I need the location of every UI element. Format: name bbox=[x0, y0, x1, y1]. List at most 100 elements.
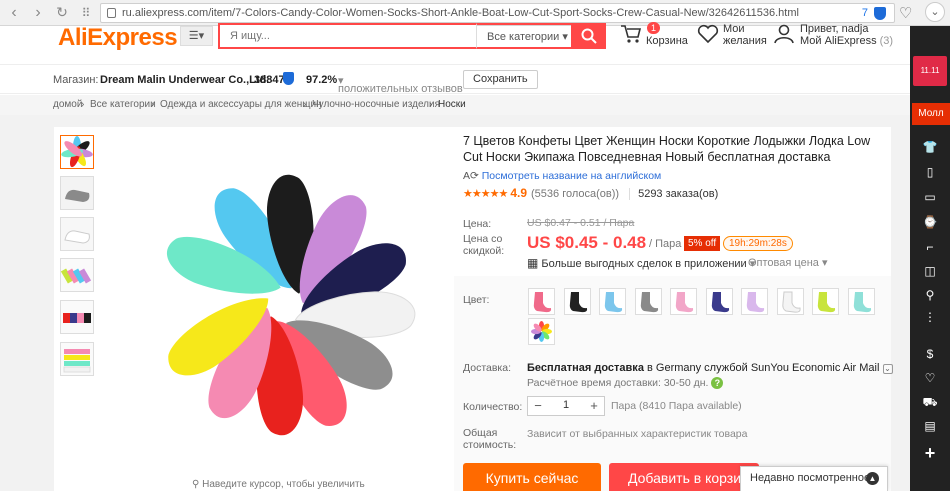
computer-icon[interactable]: ▭ bbox=[910, 188, 950, 206]
chevron-down-icon[interactable]: ⌄ bbox=[925, 2, 945, 22]
search-category-select[interactable]: Все категории ▾ bbox=[476, 23, 572, 49]
thumbnail-image bbox=[61, 136, 93, 168]
reload-icon[interactable]: ↻ bbox=[52, 3, 72, 23]
watch-icon[interactable]: ⌚ bbox=[910, 213, 950, 231]
breadcrumb-separator: › bbox=[151, 99, 155, 110]
heart-icon[interactable]: ♡ bbox=[899, 4, 912, 22]
wholesale-price-dropdown[interactable]: Оптовая цена ▾ bbox=[748, 256, 827, 269]
aliexpress-logo[interactable]: AliExpress bbox=[58, 24, 178, 52]
add-to-cart-button[interactable]: Добавить в корзину bbox=[609, 463, 759, 491]
account-link[interactable]: Привет, nadja Мой AliExpress (3) bbox=[773, 23, 893, 47]
apps-grid-icon[interactable]: ⠿ bbox=[76, 3, 96, 23]
qr-code-icon: ▦ bbox=[527, 256, 539, 270]
main-product-image[interactable] bbox=[100, 130, 450, 475]
location-pin-icon[interactable]: ⚲ bbox=[910, 286, 950, 304]
phone-icon[interactable]: ▯ bbox=[910, 163, 950, 181]
discount-price: US $0.45 - 0.48 bbox=[527, 233, 647, 252]
mall-promo-badge[interactable]: 11.11 bbox=[913, 56, 947, 86]
clothing-icon[interactable]: 👕 bbox=[910, 138, 950, 156]
user-icon bbox=[774, 24, 794, 44]
thumbnail-image bbox=[61, 259, 93, 291]
thumbnail-3[interactable] bbox=[60, 217, 94, 251]
recently-viewed-panel[interactable]: Недавно посмотренное ▲ bbox=[740, 466, 888, 491]
store-label: Магазин: bbox=[53, 74, 99, 86]
votes-count[interactable]: (5536 голоса(ов)) bbox=[531, 188, 619, 200]
price-label: Цена: bbox=[463, 218, 492, 230]
categories-menu-button[interactable]: ☰▾ bbox=[180, 26, 213, 46]
back-icon[interactable]: ‹ bbox=[4, 3, 24, 23]
coupon-icon[interactable]: $ bbox=[910, 345, 950, 363]
forward-icon[interactable]: › bbox=[28, 3, 48, 23]
thumbnail-2[interactable] bbox=[60, 176, 94, 210]
breadcrumb-item-home[interactable]: домой bbox=[53, 99, 82, 110]
shoe-icon[interactable]: ⌐ bbox=[910, 238, 950, 256]
bag-icon[interactable]: ◫ bbox=[910, 262, 950, 280]
app-deals-dropdown[interactable]: ▦ Больше выгодных сделок в приложении ▾ bbox=[527, 256, 755, 270]
breadcrumb-separator: › bbox=[81, 99, 85, 110]
quantity-available: Пара (8410 Пара available) bbox=[611, 400, 742, 412]
chevron-up-icon[interactable]: ▲ bbox=[866, 472, 879, 485]
sock-icon bbox=[853, 292, 871, 313]
cart-icon[interactable]: ⛟ bbox=[910, 393, 950, 411]
store-name[interactable]: Dream Malin Underwear Co.,Ltd. bbox=[100, 74, 269, 86]
color-swatch[interactable] bbox=[847, 288, 875, 315]
translate-link[interactable]: A⟳ Посмотреть название на английском bbox=[463, 170, 661, 182]
chevron-down-icon[interactable]: ⌄ bbox=[882, 364, 893, 374]
breadcrumb-item-women-clothing[interactable]: Одежда и аксессуары для женщин bbox=[160, 99, 322, 110]
color-swatch[interactable] bbox=[670, 288, 697, 315]
color-swatch[interactable] bbox=[812, 288, 839, 315]
color-swatch[interactable] bbox=[528, 288, 555, 315]
shipping-service-text: в Germany службой SunYou Economic Air Ma… bbox=[643, 362, 880, 374]
color-swatch[interactable] bbox=[705, 288, 733, 315]
color-swatch[interactable] bbox=[599, 288, 626, 315]
extension-badge-count: 7 bbox=[861, 7, 868, 19]
plus-icon[interactable]: + bbox=[910, 444, 950, 462]
color-label: Цвет: bbox=[463, 294, 490, 306]
discount-price-label-line1: Цена со bbox=[463, 233, 503, 245]
search-input[interactable] bbox=[218, 23, 476, 49]
mall-link[interactable]: Молл bbox=[912, 103, 950, 125]
thumbnail-6[interactable] bbox=[60, 342, 94, 376]
delivery-time: Расчётное время доставки: 30-50 дн. ? bbox=[527, 377, 724, 389]
quantity-increase-button[interactable]: + bbox=[584, 397, 604, 415]
cart-link[interactable]: 1 Корзина bbox=[620, 22, 688, 47]
color-swatch-multicolor[interactable] bbox=[528, 318, 555, 345]
search-button[interactable] bbox=[571, 23, 606, 49]
heart-icon[interactable]: ♡ bbox=[910, 369, 950, 387]
wishlist-label-line2: желания bbox=[723, 35, 767, 47]
thumbnail-1[interactable] bbox=[60, 135, 94, 169]
countdown-timer: 19h:29m:28s bbox=[723, 236, 793, 251]
store-score: 38847 bbox=[254, 74, 285, 86]
color-swatch[interactable] bbox=[776, 288, 804, 315]
shipping-method[interactable]: Бесплатная доставка в Germany службой Su… bbox=[527, 362, 893, 374]
quantity-value[interactable]: 1 bbox=[548, 399, 584, 411]
help-icon[interactable]: ? bbox=[711, 377, 724, 389]
url-text: ru.aliexpress.com/item/7-Colors-Candy-Co… bbox=[122, 7, 799, 19]
save-store-button[interactable]: Сохранить bbox=[463, 70, 538, 89]
shield-extension-icon[interactable] bbox=[874, 7, 886, 20]
breadcrumb-item-hosiery[interactable]: Чулочно-носочные изделия bbox=[312, 99, 440, 110]
color-swatch[interactable] bbox=[563, 288, 591, 315]
quantity-decrease-button[interactable]: − bbox=[528, 397, 548, 415]
address-bar[interactable]: ru.aliexpress.com/item/7-Colors-Candy-Co… bbox=[100, 3, 895, 23]
color-swatch[interactable] bbox=[634, 288, 662, 315]
quantity-label: Количество: bbox=[463, 401, 523, 413]
thumbnail-4[interactable] bbox=[60, 258, 94, 292]
orders-icon[interactable]: ▤ bbox=[910, 417, 950, 435]
buy-now-button[interactable]: Купить сейчас bbox=[463, 463, 601, 491]
zoom-hint-text: Наведите курсор, чтобы увеличить bbox=[202, 479, 365, 490]
page-info-icon[interactable] bbox=[107, 8, 116, 18]
color-swatch[interactable] bbox=[741, 288, 768, 315]
wishlist-link[interactable]: Мои желания bbox=[697, 23, 767, 47]
sock-icon bbox=[746, 292, 765, 313]
store-positive-label[interactable]: положительных отзывов ▾ bbox=[338, 74, 463, 95]
my-aliexpress-text[interactable]: Мой AliExpress bbox=[800, 35, 877, 47]
breadcrumb-item-all-categories[interactable]: Все категории bbox=[90, 99, 156, 110]
heart-outline-icon bbox=[697, 24, 719, 44]
search-category-label: Все категории bbox=[487, 31, 560, 43]
more-icon[interactable]: ⋮ bbox=[910, 308, 950, 326]
thumbnail-5[interactable] bbox=[60, 300, 94, 334]
recently-viewed-label: Недавно посмотренное bbox=[750, 472, 871, 484]
total-cost-value: Зависит от выбранных характеристик товар… bbox=[527, 428, 748, 440]
rating-stars-icon: ★★★★★ bbox=[463, 188, 508, 200]
